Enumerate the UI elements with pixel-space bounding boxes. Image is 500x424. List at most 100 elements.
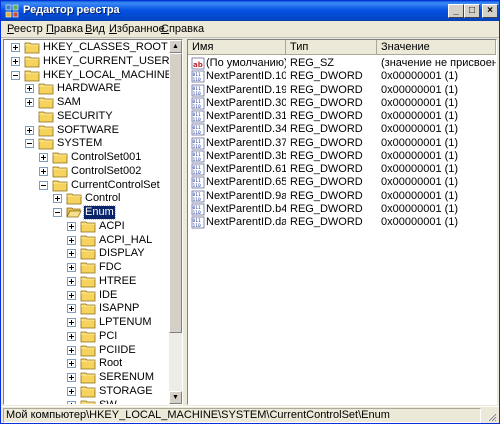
- expand-plus-icon[interactable]: [53, 194, 62, 203]
- tree-scrollbar[interactable]: ▲ ▼: [169, 40, 182, 404]
- expand-plus-icon[interactable]: [11, 43, 20, 52]
- expand-plus-icon[interactable]: [67, 332, 76, 341]
- value-row[interactable]: 011110NextParentID.9a... REG_DWORD 0x00000…: [188, 190, 496, 203]
- expand-plus-icon[interactable]: [67, 387, 76, 396]
- tree-node[interactable]: SERENUM: [4, 371, 169, 384]
- tree-node-label[interactable]: ControlSet001: [70, 151, 142, 164]
- expand-plus-icon[interactable]: [67, 291, 76, 300]
- title-bar[interactable]: Редактор реестра _ □ ×: [1, 1, 499, 21]
- close-button[interactable]: ×: [482, 4, 498, 18]
- expand-plus-icon[interactable]: [67, 249, 76, 258]
- expand-plus-icon[interactable]: [67, 373, 76, 382]
- expand-plus-icon[interactable]: [25, 84, 34, 93]
- expand-plus-icon[interactable]: [67, 222, 76, 231]
- menu-favorites[interactable]: Избранное: [109, 23, 165, 35]
- tree-node[interactable]: ACPI: [4, 220, 169, 233]
- tree-node[interactable]: SAM: [4, 96, 169, 109]
- menu-view[interactable]: Вид: [85, 23, 105, 35]
- collapse-minus-icon[interactable]: [39, 181, 48, 190]
- scroll-thumb[interactable]: [169, 53, 182, 333]
- tree-node-label[interactable]: Enum: [83, 205, 116, 220]
- values-list-pane[interactable]: Имя Тип Значение ab (По умолчанию) REG_SZ (…: [187, 39, 497, 405]
- tree-node-label[interactable]: SOFTWARE: [56, 124, 120, 137]
- value-row[interactable]: 011110NextParentID.10... REG_DWORD 0x00000…: [188, 70, 496, 83]
- expand-plus-icon[interactable]: [25, 126, 34, 135]
- tree-node[interactable]: HTREE: [4, 275, 169, 288]
- value-row[interactable]: 011110NextParentID.37... REG_DWORD 0x00000…: [188, 137, 496, 150]
- tree-node-label[interactable]: HKEY_CLASSES_ROOT: [42, 41, 169, 54]
- menu-help[interactable]: Справка: [161, 23, 204, 35]
- value-row[interactable]: 011110NextParentID.19... REG_DWORD 0x00000…: [188, 84, 496, 97]
- tree-node[interactable]: CurrentControlSet: [4, 179, 169, 192]
- tree-node[interactable]: HARDWARE: [4, 82, 169, 95]
- value-row[interactable]: ab (По умолчанию) REG_SZ (значение не присв…: [188, 57, 496, 70]
- tree-node[interactable]: Enum: [4, 205, 169, 220]
- tree-node-label[interactable]: SW: [98, 399, 118, 404]
- tree-node-label[interactable]: HKEY_LOCAL_MACHINE: [42, 69, 169, 82]
- tree-node-label[interactable]: ISAPNP: [98, 302, 140, 315]
- tree-node[interactable]: PCIIDE: [4, 344, 169, 357]
- expand-plus-icon[interactable]: [11, 57, 20, 66]
- tree-node-label[interactable]: IDE: [98, 289, 118, 302]
- tree-node-label[interactable]: SECURITY: [56, 110, 114, 123]
- expand-plus-icon[interactable]: [67, 346, 76, 355]
- tree-node[interactable]: HKEY_CURRENT_USER: [4, 55, 169, 68]
- tree-node-label[interactable]: HKEY_CURRENT_USER: [42, 55, 169, 68]
- tree-node-label[interactable]: CurrentControlSet: [70, 179, 161, 192]
- tree-node[interactable]: SW: [4, 399, 169, 404]
- value-row[interactable]: 011110NextParentID.61... REG_DWORD 0x00000…: [188, 163, 496, 176]
- value-row[interactable]: 011110NextParentID.3b... REG_DWORD 0x00000…: [188, 150, 496, 163]
- tree-node[interactable]: DISPLAY: [4, 247, 169, 260]
- expand-plus-icon[interactable]: [67, 401, 76, 404]
- tree-node-label[interactable]: ACPI_HAL: [98, 234, 153, 247]
- minimize-button[interactable]: _: [448, 4, 464, 18]
- tree-node[interactable]: Control: [4, 192, 169, 205]
- value-row[interactable]: 011110NextParentID.da... REG_DWORD 0x00000…: [188, 216, 496, 229]
- collapse-minus-icon[interactable]: [53, 208, 62, 217]
- tree-node-label[interactable]: FDC: [98, 261, 123, 274]
- column-type-header[interactable]: Тип: [286, 40, 377, 55]
- tree-node[interactable]: HKEY_CLASSES_ROOT: [4, 41, 169, 54]
- expand-plus-icon[interactable]: [67, 359, 76, 368]
- key-tree-pane[interactable]: HKEY_CLASSES_ROOT HKEY_CURRENT_USER HKEY_L…: [3, 39, 183, 405]
- expand-plus-icon[interactable]: [67, 236, 76, 245]
- tree-node[interactable]: STORAGE: [4, 385, 169, 398]
- tree-node-label[interactable]: Control: [84, 192, 121, 205]
- menu-registry[interactable]: Реестр: [7, 23, 43, 35]
- tree-node-label[interactable]: PCIIDE: [98, 344, 137, 357]
- value-row[interactable]: 011110NextParentID.b4... REG_DWORD 0x00000…: [188, 203, 496, 216]
- tree-node[interactable]: Root: [4, 357, 169, 370]
- expand-plus-icon[interactable]: [25, 98, 34, 107]
- tree-node[interactable]: FDC: [4, 261, 169, 274]
- tree-node-label[interactable]: ACPI: [98, 220, 126, 233]
- tree-node-label[interactable]: ControlSet002: [70, 165, 142, 178]
- value-row[interactable]: 011110NextParentID.65... REG_DWORD 0x00000…: [188, 176, 496, 189]
- value-row[interactable]: 011110NextParentID.31... REG_DWORD 0x00000…: [188, 110, 496, 123]
- tree-node-label[interactable]: PCI: [98, 330, 118, 343]
- tree-node[interactable]: SYSTEM: [4, 137, 169, 150]
- expand-plus-icon[interactable]: [67, 277, 76, 286]
- tree-node-label[interactable]: LPTENUM: [98, 316, 153, 329]
- resize-grip-icon[interactable]: [485, 410, 497, 422]
- expand-plus-icon[interactable]: [39, 167, 48, 176]
- tree-node-label[interactable]: HARDWARE: [56, 82, 122, 95]
- scroll-up-button[interactable]: ▲: [169, 40, 182, 53]
- tree-node[interactable]: HKEY_LOCAL_MACHINE: [4, 69, 169, 82]
- tree-node-label[interactable]: SERENUM: [98, 371, 155, 384]
- tree-node[interactable]: ACPI_HAL: [4, 234, 169, 247]
- key-tree[interactable]: HKEY_CLASSES_ROOT HKEY_CURRENT_USER HKEY_L…: [4, 40, 169, 404]
- tree-node[interactable]: SOFTWARE: [4, 124, 169, 137]
- expand-plus-icon[interactable]: [67, 318, 76, 327]
- tree-node-label[interactable]: Root: [98, 357, 123, 370]
- tree-node[interactable]: LPTENUM: [4, 316, 169, 329]
- tree-node-label[interactable]: DISPLAY: [98, 247, 146, 260]
- column-value-header[interactable]: Значение: [377, 40, 496, 55]
- tree-node[interactable]: PCI: [4, 330, 169, 343]
- collapse-minus-icon[interactable]: [11, 71, 20, 80]
- expand-plus-icon[interactable]: [39, 153, 48, 162]
- tree-node[interactable]: SECURITY: [4, 110, 169, 123]
- expand-plus-icon[interactable]: [67, 263, 76, 272]
- tree-node-label[interactable]: SYSTEM: [56, 137, 103, 150]
- tree-node[interactable]: ControlSet001: [4, 151, 169, 164]
- value-row[interactable]: 011110NextParentID.34... REG_DWORD 0x00000…: [188, 123, 496, 136]
